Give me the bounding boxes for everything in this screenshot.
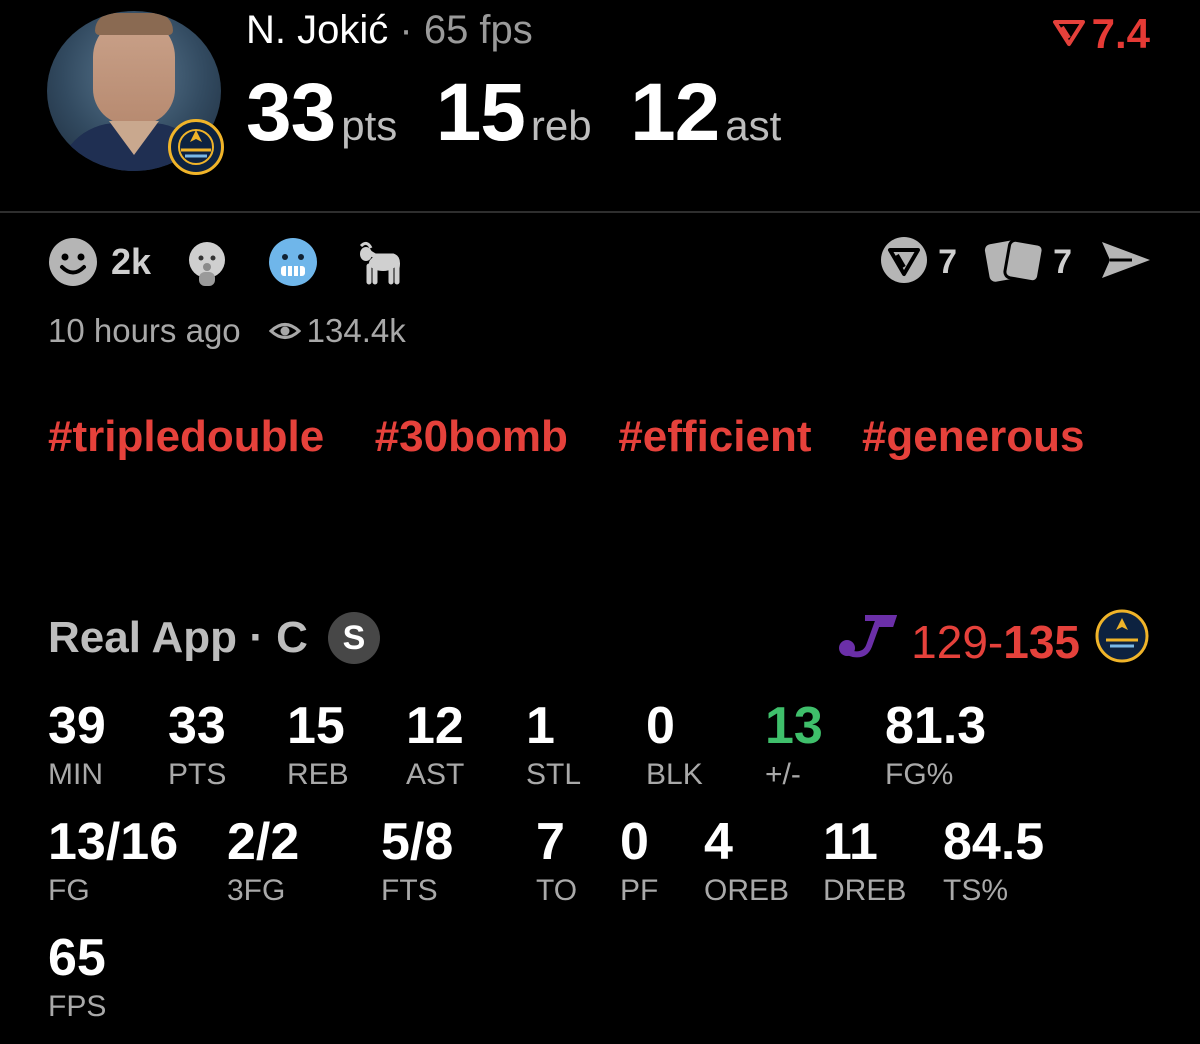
cards-icon[interactable] [983, 234, 1049, 291]
stat-value: 2/2 [227, 813, 300, 871]
stat-label: MIN [48, 758, 103, 791]
stat-label: FG% [885, 758, 954, 791]
views: 134.4k [268, 312, 406, 350]
score-separator: - [987, 615, 1004, 668]
stat-label: FTS [381, 874, 438, 907]
stat-value: 11 [823, 813, 878, 871]
separator: · [399, 8, 413, 52]
stat-value: 15 [287, 697, 345, 755]
stat-dreb: 11 DREB [823, 816, 906, 906]
hashtags: #tripledouble #30bomb #efficient #genero… [48, 412, 1148, 492]
stat-3fg: 2/2 3FG [227, 816, 299, 906]
hashtag[interactable]: #generous [862, 412, 1085, 462]
stat-label: PTS [168, 758, 227, 791]
headline-stats: 33 pts 15 reb 12 ast [246, 66, 815, 160]
stat-label: STL [526, 758, 582, 791]
cold-face-icon[interactable] [267, 236, 319, 288]
player-fps: 65 fps [423, 8, 533, 52]
stat-blk: 0 BLK [646, 700, 703, 790]
stat-oreb: 4 OREB [704, 816, 789, 906]
stat-value: 5/8 [381, 813, 454, 871]
stat-label: FG [48, 874, 90, 907]
goat-icon[interactable] [353, 236, 405, 288]
baby-icon[interactable] [181, 236, 233, 288]
score-home: 135 [1003, 615, 1080, 668]
stat-label: PF [620, 874, 659, 907]
headline-reb-unit: reb [530, 102, 592, 149]
stat-value: 33 [168, 697, 226, 755]
headline-ast-value: 12 [630, 67, 720, 158]
stat-min: 39 MIN [48, 700, 106, 790]
stat-value: 12 [406, 697, 464, 755]
eye-icon [268, 312, 301, 350]
stat-label: REB [287, 758, 349, 791]
player-name[interactable]: N. Jokić [246, 8, 388, 52]
stat-label: BLK [646, 758, 703, 791]
stat-value: 7 [536, 813, 565, 871]
headline-reb-value: 15 [435, 67, 526, 158]
stat-label: TO [536, 874, 578, 907]
cards-count: 7 [1053, 243, 1072, 281]
stat-value: 13 [765, 697, 823, 755]
stat-pf: 0 PF [620, 816, 658, 906]
headline-ast-unit: ast [725, 102, 782, 149]
stat-to: 7 TO [536, 816, 577, 906]
stats-source: Real App · C S [48, 612, 380, 664]
nuggets-logo-icon [168, 119, 224, 175]
stat-label: 3FG [227, 874, 286, 907]
hashtag[interactable]: #efficient [618, 412, 811, 462]
stat-value: 1 [526, 697, 555, 755]
stat-value: 84.5 [943, 813, 1045, 871]
stat-value: 0 [620, 813, 649, 871]
source-label: Real App · C [48, 613, 308, 662]
player-line[interactable]: N. Jokić · 65 fps [246, 8, 533, 53]
time-ago: 10 hours ago [48, 312, 241, 349]
smiley-icon[interactable] [47, 236, 99, 288]
stat-value: 81.3 [885, 697, 987, 755]
stat-label: TS% [943, 874, 1009, 907]
stat-reb: 15 REB [287, 700, 349, 790]
stat-ast: 12 AST [406, 700, 464, 790]
stat-value: 4 [704, 813, 733, 871]
stat-label: FPS [48, 990, 107, 1023]
poll-count: 7 [938, 243, 958, 281]
stat-label: +/- [765, 758, 801, 791]
source-s-badge[interactable]: S [327, 612, 380, 664]
headline-pts-unit: pts [341, 102, 398, 149]
stat-label: OREB [704, 874, 790, 907]
rating-badge[interactable]: 7.4 [1052, 10, 1150, 58]
stat-label: DREB [823, 874, 907, 907]
stat-fts: 5/8 FTS [381, 816, 453, 906]
jazz-logo-icon [835, 614, 898, 669]
post-actions: 7 7 [878, 234, 1154, 291]
reactions-bar: 2k [47, 236, 439, 288]
stat-ts-pct: 84.5 TS% [943, 816, 1044, 906]
stat-value: 39 [48, 697, 106, 755]
nuggets-logo-icon [1094, 608, 1150, 675]
hashtag[interactable]: #30bomb [375, 412, 568, 462]
stat-plus-minus: 13 +/- [765, 700, 823, 790]
stat-fg: 13/16 FG [48, 816, 178, 906]
stat-fg-pct: 81.3 FG% [885, 700, 986, 790]
reaction-count: 2k [111, 241, 152, 282]
stat-value: 65 [48, 929, 106, 987]
stat-pts: 33 PTS [168, 700, 226, 790]
share-send-icon[interactable] [1098, 236, 1154, 289]
headline-pts-value: 33 [246, 67, 336, 158]
game-score[interactable]: 129-135 [835, 608, 1150, 675]
stat-stl: 1 STL [526, 700, 581, 790]
score-away: 129 [911, 615, 988, 668]
rating-value: 7.4 [1091, 10, 1150, 57]
views-count: 134.4k [306, 312, 406, 349]
poll-icon[interactable] [878, 234, 934, 291]
stat-label: AST [406, 758, 465, 791]
stat-value: 0 [646, 697, 675, 755]
post-meta: 10 hours ago 134.4k [48, 312, 406, 350]
hashtag[interactable]: #tripledouble [48, 412, 324, 462]
stat-fps: 65 FPS [48, 932, 106, 1022]
rating-chevron-icon [1052, 10, 1086, 58]
stat-value: 13/16 [48, 813, 179, 871]
divider [0, 211, 1200, 213]
